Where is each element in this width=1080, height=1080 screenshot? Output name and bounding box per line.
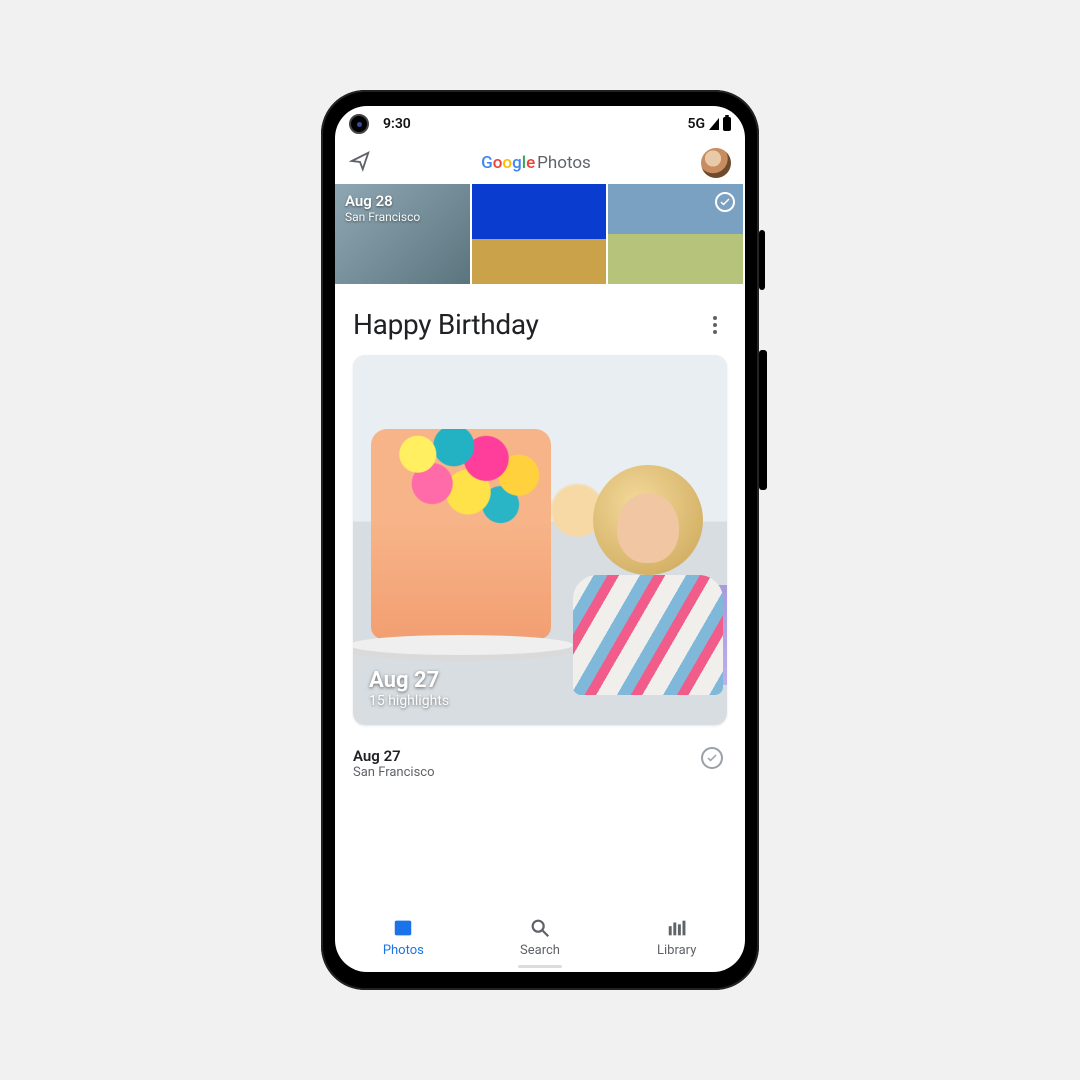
memory-date: Aug 27	[369, 668, 449, 693]
account-avatar[interactable]	[701, 148, 731, 178]
battery-icon	[723, 117, 731, 131]
strip-thumb[interactable]	[472, 184, 607, 284]
select-day-check-icon[interactable]	[701, 747, 723, 769]
send-icon[interactable]	[349, 150, 371, 176]
nav-photos[interactable]: Photos	[335, 903, 472, 972]
content-area: Happy Birthday Aug 27 15 highlights Aug …	[335, 284, 745, 902]
memory-overlay: Aug 27 15 highlights	[369, 668, 449, 709]
status-bar: 9:30 5G	[335, 106, 745, 142]
more-options-icon[interactable]	[703, 313, 727, 337]
network-label: 5G	[687, 116, 705, 132]
select-check-icon[interactable]	[715, 192, 735, 212]
strip-location: San Francisco	[345, 210, 420, 224]
phone-frame: 9:30 5G GooglePhotos	[321, 90, 759, 990]
side-button	[759, 230, 765, 290]
day-header: Aug 27 San Francisco	[353, 747, 727, 780]
memory-image	[371, 429, 551, 639]
nav-label: Photos	[383, 943, 424, 958]
strip-overlay: Aug 28 San Francisco	[345, 192, 420, 224]
front-camera-icon	[349, 114, 369, 134]
app-logo: GooglePhotos	[379, 153, 693, 173]
memory-title: Happy Birthday	[353, 308, 539, 341]
signal-icon	[709, 118, 719, 130]
memory-highlights: 15 highlights	[369, 693, 449, 709]
memory-card[interactable]: Aug 27 15 highlights	[353, 355, 727, 725]
recent-photo-strip[interactable]: Aug 28 San Francisco	[335, 184, 745, 284]
app-bar: GooglePhotos	[335, 142, 745, 184]
nav-label: Search	[520, 943, 560, 958]
nav-search[interactable]: Search	[472, 903, 609, 972]
screen: 9:30 5G GooglePhotos	[335, 106, 745, 972]
nav-label: Library	[657, 943, 696, 958]
side-button	[759, 350, 767, 490]
memory-image	[563, 465, 713, 695]
day-location: San Francisco	[353, 765, 435, 780]
strip-thumb[interactable]	[608, 184, 743, 284]
nav-library[interactable]: Library	[608, 903, 745, 972]
strip-date: Aug 28	[345, 192, 420, 210]
status-network: 5G	[687, 116, 731, 132]
bottom-nav: Photos Search Library	[335, 902, 745, 972]
day-date: Aug 27	[353, 747, 435, 765]
status-time: 9:30	[383, 116, 411, 132]
app-logo-suffix: Photos	[537, 153, 591, 173]
nav-underline	[518, 965, 562, 968]
memory-header: Happy Birthday	[353, 308, 727, 341]
